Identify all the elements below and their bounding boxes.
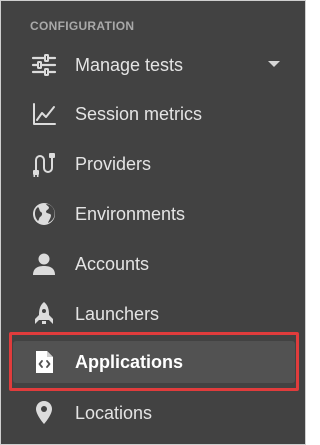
section-header-configuration: CONFIGURATION xyxy=(30,19,135,33)
sidebar-item-label: Manage tests xyxy=(75,55,184,75)
rocket-icon xyxy=(31,301,57,327)
sidebar-item-label: Applications xyxy=(75,352,184,372)
sidebar-item-label: Providers xyxy=(75,154,152,174)
sidebar-panel: CONFIGURATION Manage tests Session metri… xyxy=(0,0,306,445)
sidebar-item-providers[interactable]: Providers xyxy=(13,143,295,185)
sidebar-item-label: Accounts xyxy=(75,254,150,274)
code-file-icon xyxy=(31,349,57,375)
sidebar-item-accounts[interactable]: Accounts xyxy=(13,243,295,285)
sidebar-item-label: Launchers xyxy=(75,304,160,324)
sidebar-item-applications[interactable]: Applications xyxy=(13,341,295,383)
sidebar-item-session-metrics[interactable]: Session metrics xyxy=(13,93,295,135)
sidebar-item-label: Environments xyxy=(75,204,186,224)
sidebar-item-label: Locations xyxy=(75,403,153,423)
sidebar-item-label: Session metrics xyxy=(75,104,203,124)
person-icon xyxy=(31,251,57,277)
power-cable-icon xyxy=(31,151,57,177)
globe-icon xyxy=(31,201,57,227)
chevron-down-icon[interactable] xyxy=(268,61,280,67)
map-pin-icon xyxy=(31,400,57,426)
sidebar-item-environments[interactable]: Environments xyxy=(13,193,295,235)
sidebar-item-locations[interactable]: Locations xyxy=(13,392,295,434)
sliders-icon xyxy=(31,52,57,78)
sidebar-item-manage-tests[interactable]: Manage tests xyxy=(13,44,295,86)
line-chart-icon xyxy=(31,101,57,127)
sidebar-item-launchers[interactable]: Launchers xyxy=(13,293,295,335)
